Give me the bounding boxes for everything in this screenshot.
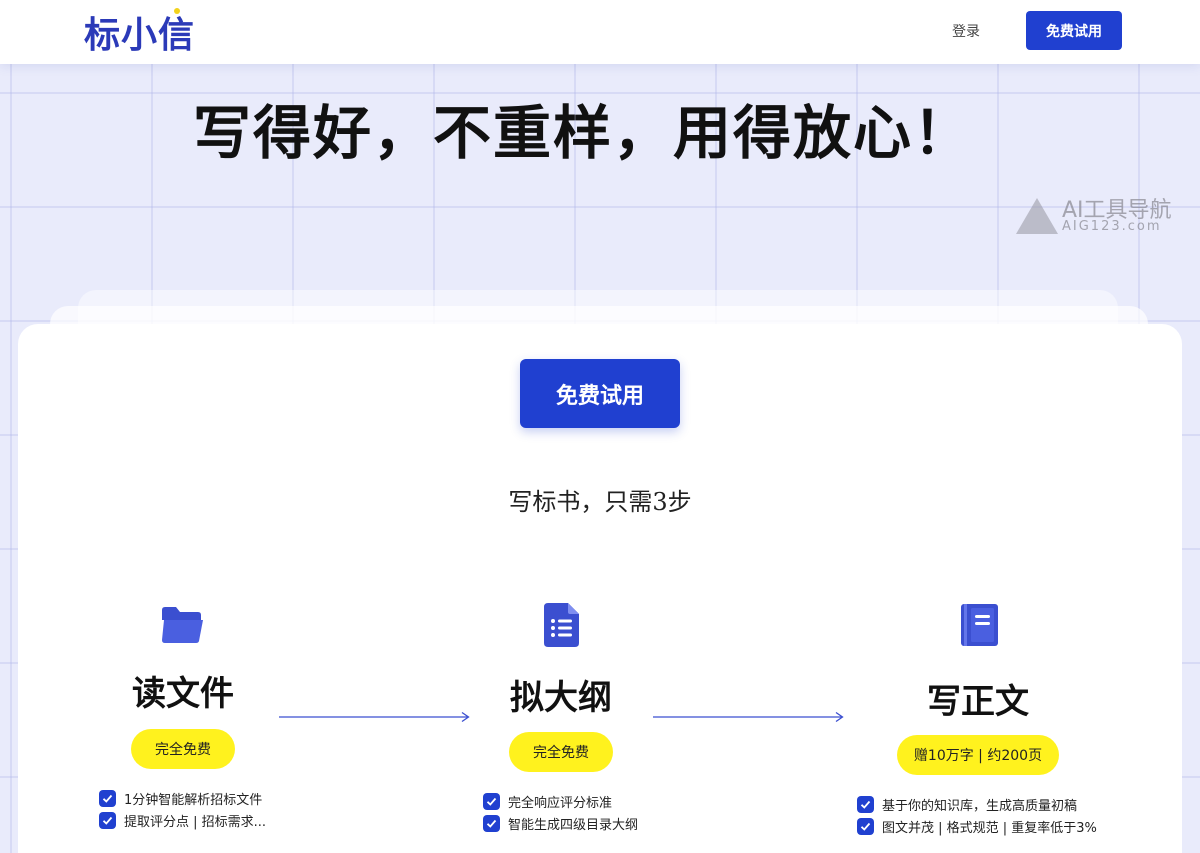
- checkbox-checked-icon: [99, 790, 116, 807]
- feature-item: 智能生成四级目录大纲: [483, 814, 638, 833]
- top-navbar: 标小信 登录 免费试用: [0, 0, 1200, 64]
- login-link[interactable]: 登录: [952, 21, 980, 41]
- feature-item: 图文并茂 | 格式规范 | 重复率低于3%: [857, 817, 1097, 836]
- feature-item: 完全响应评分标准: [483, 792, 612, 811]
- feature-text: 智能生成四级目录大纲: [508, 818, 639, 833]
- step-badge-gift: 赠10万字 | 约200页: [897, 735, 1059, 775]
- watermark-url: AIG123.com: [1062, 219, 1162, 234]
- feature-item: 提取评分点 | 招标需求...: [99, 811, 266, 830]
- step-title-outline: 拟大纲: [510, 678, 612, 718]
- document-list-icon: [544, 603, 580, 651]
- arrow-right-icon: [279, 711, 470, 723]
- checkbox-checked-icon: [857, 818, 874, 835]
- hero-title: 写得好，不重样，用得放心！: [192, 99, 973, 167]
- step-badge-free: 完全免费: [509, 732, 613, 772]
- step-title-read-file: 读文件: [132, 674, 234, 714]
- header-free-trial-button[interactable]: 免费试用: [1026, 11, 1122, 50]
- feature-text: 图文并茂 | 格式规范 | 重复率低于3%: [882, 821, 1097, 836]
- main-free-trial-button[interactable]: 免费试用: [520, 359, 680, 428]
- checkbox-checked-icon: [483, 793, 500, 810]
- feature-text: 提取评分点 | 招标需求...: [124, 815, 267, 830]
- feature-item: 基于你的知识库，生成高质量初稿: [857, 795, 1077, 814]
- feature-text: 1分钟智能解析招标文件: [124, 793, 263, 808]
- logo-accent-dot: [174, 8, 180, 14]
- book-icon: [961, 604, 998, 650]
- brand-logo[interactable]: 标小信: [84, 6, 195, 58]
- checkbox-checked-icon: [857, 796, 874, 813]
- arrow-right-icon: [653, 711, 844, 723]
- step-title-write-body: 写正文: [927, 682, 1029, 722]
- step-badge-free: 完全免费: [131, 729, 235, 769]
- steps-subtitle: 写标书，只需3步: [508, 488, 692, 516]
- checkbox-checked-icon: [99, 812, 116, 829]
- feature-text: 完全响应评分标准: [508, 796, 613, 811]
- watermark: AI工具导航 AIG123.com: [1016, 192, 1196, 238]
- feature-item: 1分钟智能解析招标文件: [99, 789, 262, 808]
- checkbox-checked-icon: [483, 815, 500, 832]
- feature-text: 基于你的知识库，生成高质量初稿: [882, 799, 1078, 814]
- watermark-logo-icon: [1016, 198, 1058, 234]
- folder-icon: [160, 604, 204, 648]
